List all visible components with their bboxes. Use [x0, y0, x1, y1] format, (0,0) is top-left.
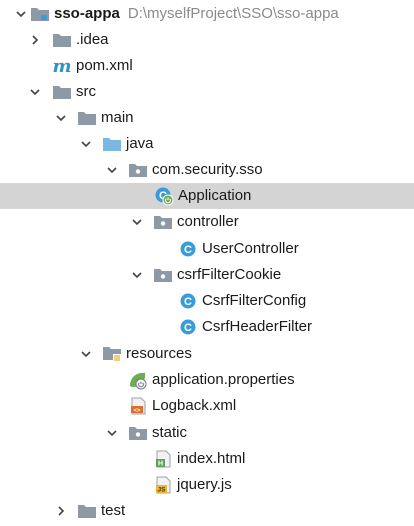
tree-row-package[interactable]: com.security.sso [0, 157, 414, 183]
tree-row-csrf-filter-cookie[interactable]: csrfFilterCookie [0, 262, 414, 288]
tree-row-project-root[interactable]: sso-appa D:\myselfProject\SSO\sso-appa [0, 1, 414, 27]
tree-item-label: UserController [202, 240, 299, 257]
tree-row-index-html[interactable]: H index.html [0, 446, 414, 472]
html-file-icon: H [153, 450, 173, 468]
tree-item-label: Application [178, 187, 252, 204]
tree-row-static[interactable]: static [0, 420, 414, 446]
project-path: D:\myselfProject\SSO\sso-appa [127, 5, 339, 22]
chevron-down-icon[interactable] [78, 341, 94, 367]
tree-item-label: Logback.xml [152, 397, 237, 414]
folder-icon [52, 83, 72, 101]
chevron-down-icon[interactable] [53, 105, 69, 131]
tree-item-label: application.properties [152, 371, 295, 388]
project-name: sso-appa D:\myselfProject\SSO\sso-appa [54, 1, 339, 27]
chevron-down-icon[interactable] [78, 131, 94, 157]
chevron-down-icon[interactable] [13, 1, 29, 27]
folder-icon [77, 502, 97, 520]
tree-item-label: .idea [76, 31, 109, 48]
tree-item-label: com.security.sso [152, 161, 263, 178]
js-icon-letter: JS [158, 487, 167, 494]
tree-row-idea[interactable]: .idea [0, 27, 414, 53]
tree-item-label: index.html [177, 450, 246, 467]
class-icon: C [178, 240, 198, 258]
tree-row-csrf-header-filter[interactable]: C CsrfHeaderFilter [0, 314, 414, 340]
tree-row-logback[interactable]: <> Logback.xml [0, 393, 414, 419]
xml-file-icon: <> [128, 397, 148, 415]
tree-item-label: CsrfHeaderFilter [202, 318, 313, 335]
tree-item-label: pom.xml [76, 57, 133, 74]
tree-row-resources[interactable]: resources [0, 341, 414, 367]
tree-row-java[interactable]: java [0, 131, 414, 157]
tree-item-label: static [152, 424, 188, 441]
tree-row-pom[interactable]: m pom.xml [0, 53, 414, 79]
chevron-right-icon[interactable] [27, 27, 43, 53]
tree-item-label: test [101, 502, 126, 519]
tree-item-label: main [101, 109, 134, 126]
tree-item-label: jquery.js [177, 476, 232, 493]
package-icon [128, 424, 148, 442]
module-folder-icon [30, 5, 50, 23]
tree-row-test[interactable]: test [0, 498, 414, 524]
package-icon [153, 213, 173, 231]
source-folder-icon [102, 135, 122, 153]
package-icon [153, 266, 173, 284]
class-icon-letter: C [184, 244, 192, 256]
tree-row-controller[interactable]: controller [0, 209, 414, 235]
tree-item-label: src [76, 83, 96, 100]
chevron-down-icon[interactable] [104, 157, 120, 183]
spring-properties-icon [128, 371, 148, 390]
class-icon: C [178, 318, 198, 336]
project-tree: sso-appa D:\myselfProject\SSO\sso-appa .i… [0, 0, 414, 526]
maven-icon-letter: m [52, 55, 72, 77]
tree-row-user-controller[interactable]: C UserController [0, 236, 414, 262]
xml-icon-letter: <> [133, 407, 141, 414]
tree-row-application-properties[interactable]: application.properties [0, 367, 414, 393]
class-icon-letter: C [184, 322, 192, 334]
class-icon-letter: C [184, 296, 192, 308]
tree-item-label: java [126, 135, 154, 152]
chevron-down-icon[interactable] [129, 209, 145, 235]
tree-row-application[interactable]: C Application [0, 183, 414, 209]
tree-row-jquery-js[interactable]: JS jquery.js [0, 472, 414, 498]
project-name-text: sso-appa [54, 5, 120, 22]
package-icon [128, 161, 148, 179]
chevron-right-icon[interactable] [53, 498, 69, 524]
html-icon-letter: H [158, 461, 163, 468]
js-file-icon: JS [153, 476, 173, 494]
tree-item-label: resources [126, 345, 192, 362]
tree-item-label: CsrfFilterConfig [202, 292, 307, 309]
tree-item-label: csrfFilterCookie [177, 266, 282, 283]
class-icon: C [178, 292, 198, 310]
folder-icon [52, 31, 72, 49]
chevron-down-icon[interactable] [129, 262, 145, 288]
resources-folder-icon [102, 345, 122, 363]
tree-row-csrf-filter-config[interactable]: C CsrfFilterConfig [0, 288, 414, 314]
maven-icon: m [52, 55, 72, 77]
tree-row-src[interactable]: src [0, 79, 414, 105]
spring-boot-class-icon: C [154, 187, 174, 206]
tree-item-label: controller [177, 213, 239, 230]
folder-icon [77, 109, 97, 127]
chevron-down-icon[interactable] [27, 79, 43, 105]
tree-row-main[interactable]: main [0, 105, 414, 131]
chevron-down-icon[interactable] [104, 420, 120, 446]
